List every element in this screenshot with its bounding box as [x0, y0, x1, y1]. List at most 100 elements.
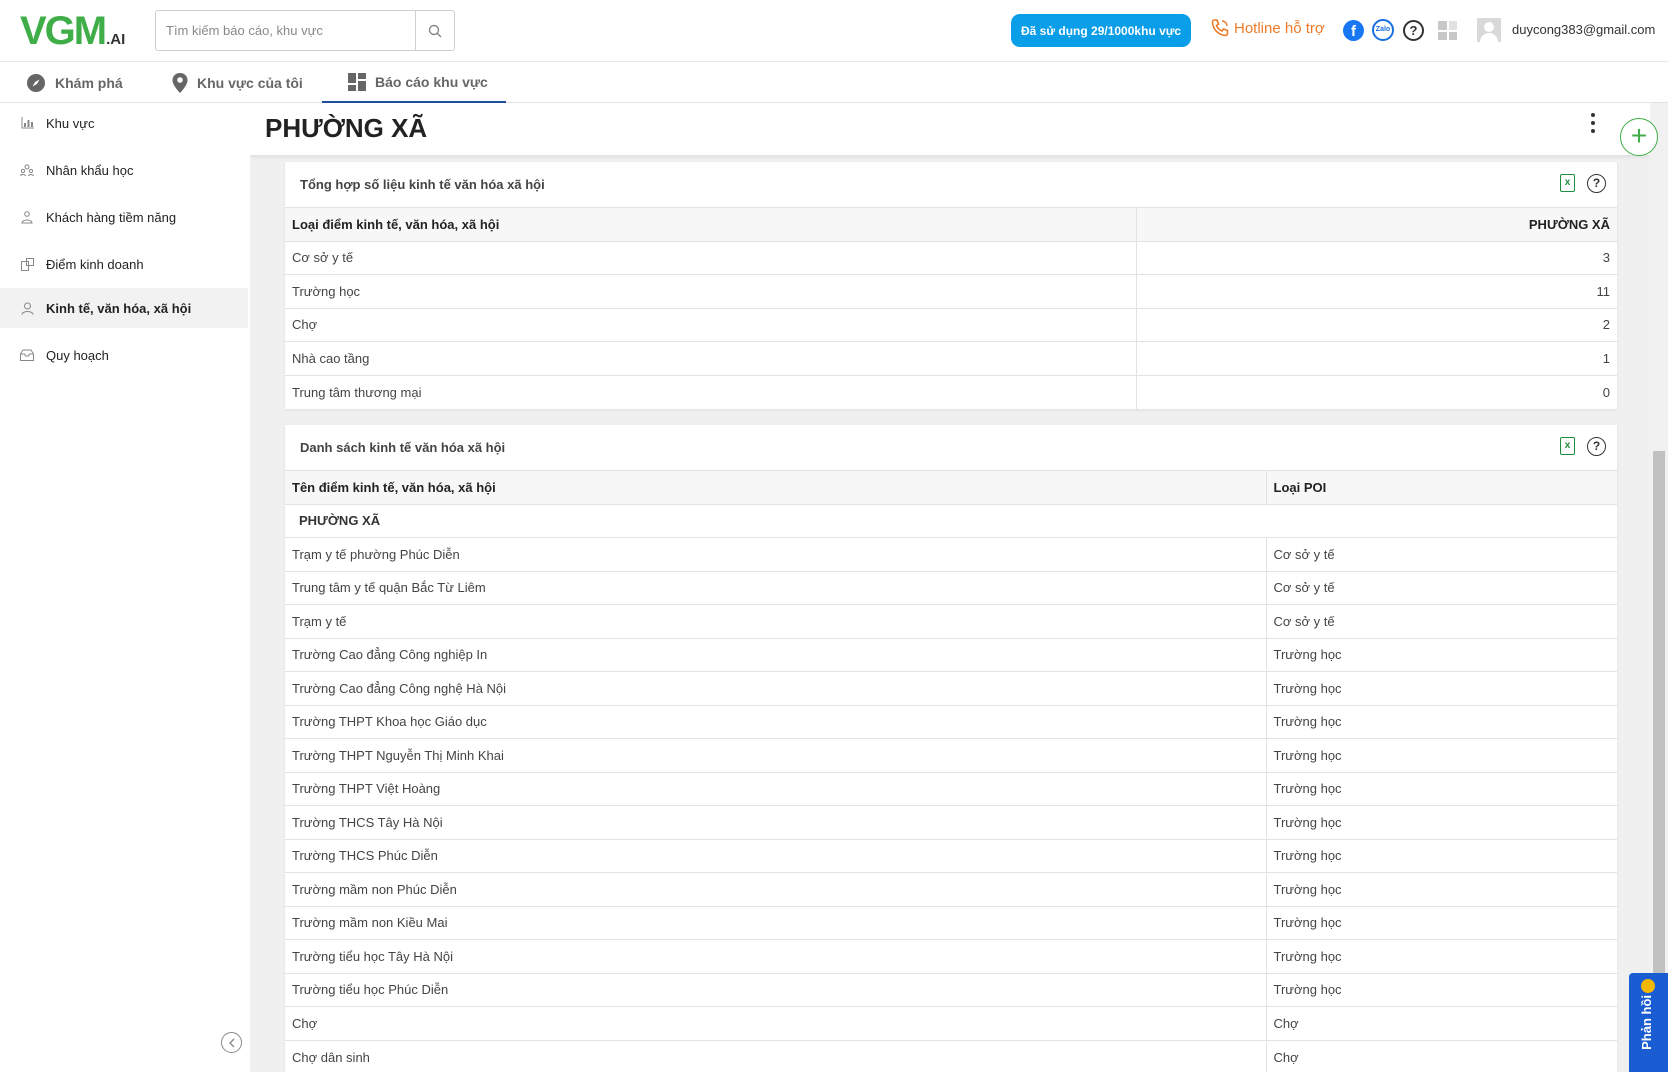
user-email[interactable]: duycong383@gmail.com: [1512, 22, 1655, 37]
column-header: Loại điểm kinh tế, văn hóa, xã hội: [285, 207, 1136, 241]
poi-name: Trường mầm non Phúc Diễn: [285, 872, 1266, 906]
tab-label: Báo cáo khu vực: [375, 73, 488, 90]
poi-type: Chợ: [1265, 1006, 1617, 1040]
poi-name: Trạm y tế phường Phúc Diễn: [285, 537, 1266, 571]
table-row: Trường Cao đẳng Công nghiệp In Trường học: [285, 637, 1617, 672]
row-value: 11: [1135, 274, 1617, 308]
poi-type: Cơ sở y tế: [1265, 570, 1617, 605]
table-row: Trường học 11: [285, 274, 1617, 308]
list-card: Danh sách kinh tế văn hóa xã hội x ? Tên…: [285, 425, 1617, 1072]
poi-type: Trường học: [1265, 905, 1617, 940]
culture-icon: [20, 301, 34, 315]
tab-kham-pha[interactable]: Khám phá: [26, 62, 123, 103]
poi-type: Trường học: [1265, 939, 1617, 973]
row-value: 1: [1135, 341, 1617, 375]
column-header: Loại POI: [1265, 470, 1617, 504]
title-bar: PHƯỜNG XÃ: [250, 103, 1650, 155]
vgm-logo[interactable]: VGM .AI: [20, 9, 126, 53]
row-value: 0: [1135, 374, 1617, 409]
sidebar-item-diem-kinh-doanh[interactable]: Điểm kinh doanh: [0, 244, 248, 284]
row-type: Trung tâm thương mại: [285, 374, 1136, 409]
table-row: Trường THPT Khoa học Giáo dục Trường học: [285, 704, 1617, 739]
feedback-button[interactable]: Phản hồi: [1629, 973, 1668, 1072]
phone-icon: [1211, 19, 1229, 37]
sidebar: Khu vực Nhân khẩu học Khách hàng tiềm nă…: [0, 103, 248, 1072]
logo-suffix: .AI: [106, 31, 126, 48]
table-row: Trung tâm y tế quận Bắc Từ Liêm Cơ sở y t…: [285, 570, 1617, 605]
poi-name: Trung tâm y tế quận Bắc Từ Liêm: [285, 570, 1266, 605]
chevron-left-icon: [228, 1038, 234, 1047]
row-type: Nhà cao tầng: [285, 341, 1136, 375]
sidebar-item-nhan-khau-hoc[interactable]: Nhân khẩu học: [0, 150, 248, 190]
apps-grid-icon[interactable]: [1438, 21, 1457, 40]
help-icon[interactable]: ?: [1587, 174, 1606, 193]
poi-name: Trường THPT Khoa học Giáo dục: [285, 704, 1266, 739]
row-type: Trường học: [285, 274, 1136, 308]
table-row: Trạm y tế phường Phúc Diễn Cơ sở y tế: [285, 537, 1617, 571]
table-row: Nhà cao tầng 1: [285, 341, 1617, 375]
poi-name: Trường Cao đẳng Công nghiệp In: [285, 637, 1266, 672]
table-row: Trường Cao đẳng Công nghệ Hà Nội Trường h…: [285, 671, 1617, 705]
sidebar-item-label: Khu vực: [46, 115, 95, 131]
table-row: Trường THPT Nguyễn Thị Minh Khai Trường h…: [285, 738, 1617, 772]
row-value: 3: [1135, 240, 1617, 275]
poi-name: Chợ dân sinh: [285, 1039, 1266, 1072]
scrollbar[interactable]: [1650, 103, 1668, 1072]
hotline-link[interactable]: Hotline hỗ trợ: [1210, 18, 1325, 38]
poi-type: Trường học: [1265, 671, 1617, 705]
sidebar-item-label: Kinh tế, văn hóa, xã hội: [46, 300, 192, 316]
more-vertical-icon[interactable]: [1590, 113, 1596, 133]
poi-name: Trường tiểu học Tây Hà Nội: [285, 939, 1266, 973]
help-icon[interactable]: ?: [1403, 20, 1424, 41]
table-row: Trường THCS Phúc Diễn Trường học: [285, 838, 1617, 873]
zalo-icon[interactable]: Zalo: [1372, 19, 1394, 41]
sidebar-item-khu-vuc[interactable]: Khu vực: [0, 103, 248, 143]
table-row: Cơ sở y tế 3: [285, 240, 1617, 275]
main-content: PHƯỜNG XÃ Tổng hợp số liệu kinh tế văn h…: [250, 103, 1650, 1072]
search-button[interactable]: [415, 11, 454, 50]
search-box: [155, 10, 455, 51]
poi-type: Trường học: [1265, 704, 1617, 739]
tab-label: Khu vực của tôi: [197, 74, 303, 91]
search-input[interactable]: [156, 11, 415, 50]
avatar[interactable]: [1477, 18, 1501, 42]
excel-export-icon[interactable]: x: [1560, 437, 1575, 455]
tab-bao-cao-khu-vuc[interactable]: Báo cáo khu vực: [322, 62, 506, 103]
add-button[interactable]: +: [1620, 118, 1658, 156]
sidebar-item-kinh-te-van-hoa-xa-hoi[interactable]: Kinh tế, văn hóa, xã hội: [0, 288, 248, 328]
sidebar-item-quy-hoach[interactable]: Quy hoạch: [0, 335, 248, 375]
table-row: Trường tiểu học Tây Hà Nội Trường học: [285, 939, 1617, 973]
summary-table: Loại điểm kinh tế, văn hóa, xã hội PHƯỜN…: [285, 207, 1617, 409]
help-icon[interactable]: ?: [1587, 437, 1606, 456]
group-label: PHƯỜNG XÃ: [285, 503, 1617, 538]
poi-name: Trường THCS Tây Hà Nội: [285, 805, 1266, 839]
sidebar-item-khach-hang-tiem-nang[interactable]: Khách hàng tiềm năng: [0, 197, 248, 237]
table-row: Chợ dân sinh Chợ: [285, 1039, 1617, 1072]
poi-type: Trường học: [1265, 872, 1617, 906]
top-header: VGM .AI Đã sử dụng 29/1000khu vực Hotlin…: [0, 0, 1668, 62]
poi-type: Trường học: [1265, 637, 1617, 672]
column-header: PHƯỜNG XÃ: [1135, 207, 1617, 241]
poi-type: Cơ sở y tế: [1265, 537, 1617, 571]
summary-card-header: Tổng hợp số liệu kinh tế văn hóa xã hội …: [285, 162, 1617, 207]
poi-name: Trạm y tế: [285, 604, 1266, 638]
facebook-icon[interactable]: f: [1343, 20, 1364, 41]
sidebar-item-label: Nhân khẩu học: [46, 162, 134, 178]
sidebar-collapse-button[interactable]: [221, 1032, 242, 1053]
row-type: Cơ sở y tế: [285, 240, 1136, 275]
excel-export-icon[interactable]: x: [1560, 174, 1575, 192]
row-value: 2: [1135, 307, 1617, 342]
poi-name: Trường mầm non Kiều Mai: [285, 905, 1266, 940]
usage-badge[interactable]: Đã sử dụng 29/1000khu vực: [1011, 14, 1192, 47]
column-header: Tên điểm kinh tế, văn hóa, xã hội: [285, 470, 1266, 504]
poi-type: Trường học: [1265, 805, 1617, 839]
poi-name: Chợ: [285, 1006, 1266, 1040]
store-icon: [20, 257, 34, 271]
people-icon: [20, 163, 34, 177]
logo-text: VGM: [20, 9, 107, 53]
list-table: Tên điểm kinh tế, văn hóa, xã hội Loại P…: [285, 470, 1617, 1072]
summary-card: Tổng hợp số liệu kinh tế văn hóa xã hội …: [285, 162, 1617, 409]
bar-chart-icon: [20, 116, 34, 130]
tab-khu-vuc-cua-toi[interactable]: Khu vực của tôi: [172, 62, 303, 103]
table-row: Chợ 2: [285, 307, 1617, 342]
